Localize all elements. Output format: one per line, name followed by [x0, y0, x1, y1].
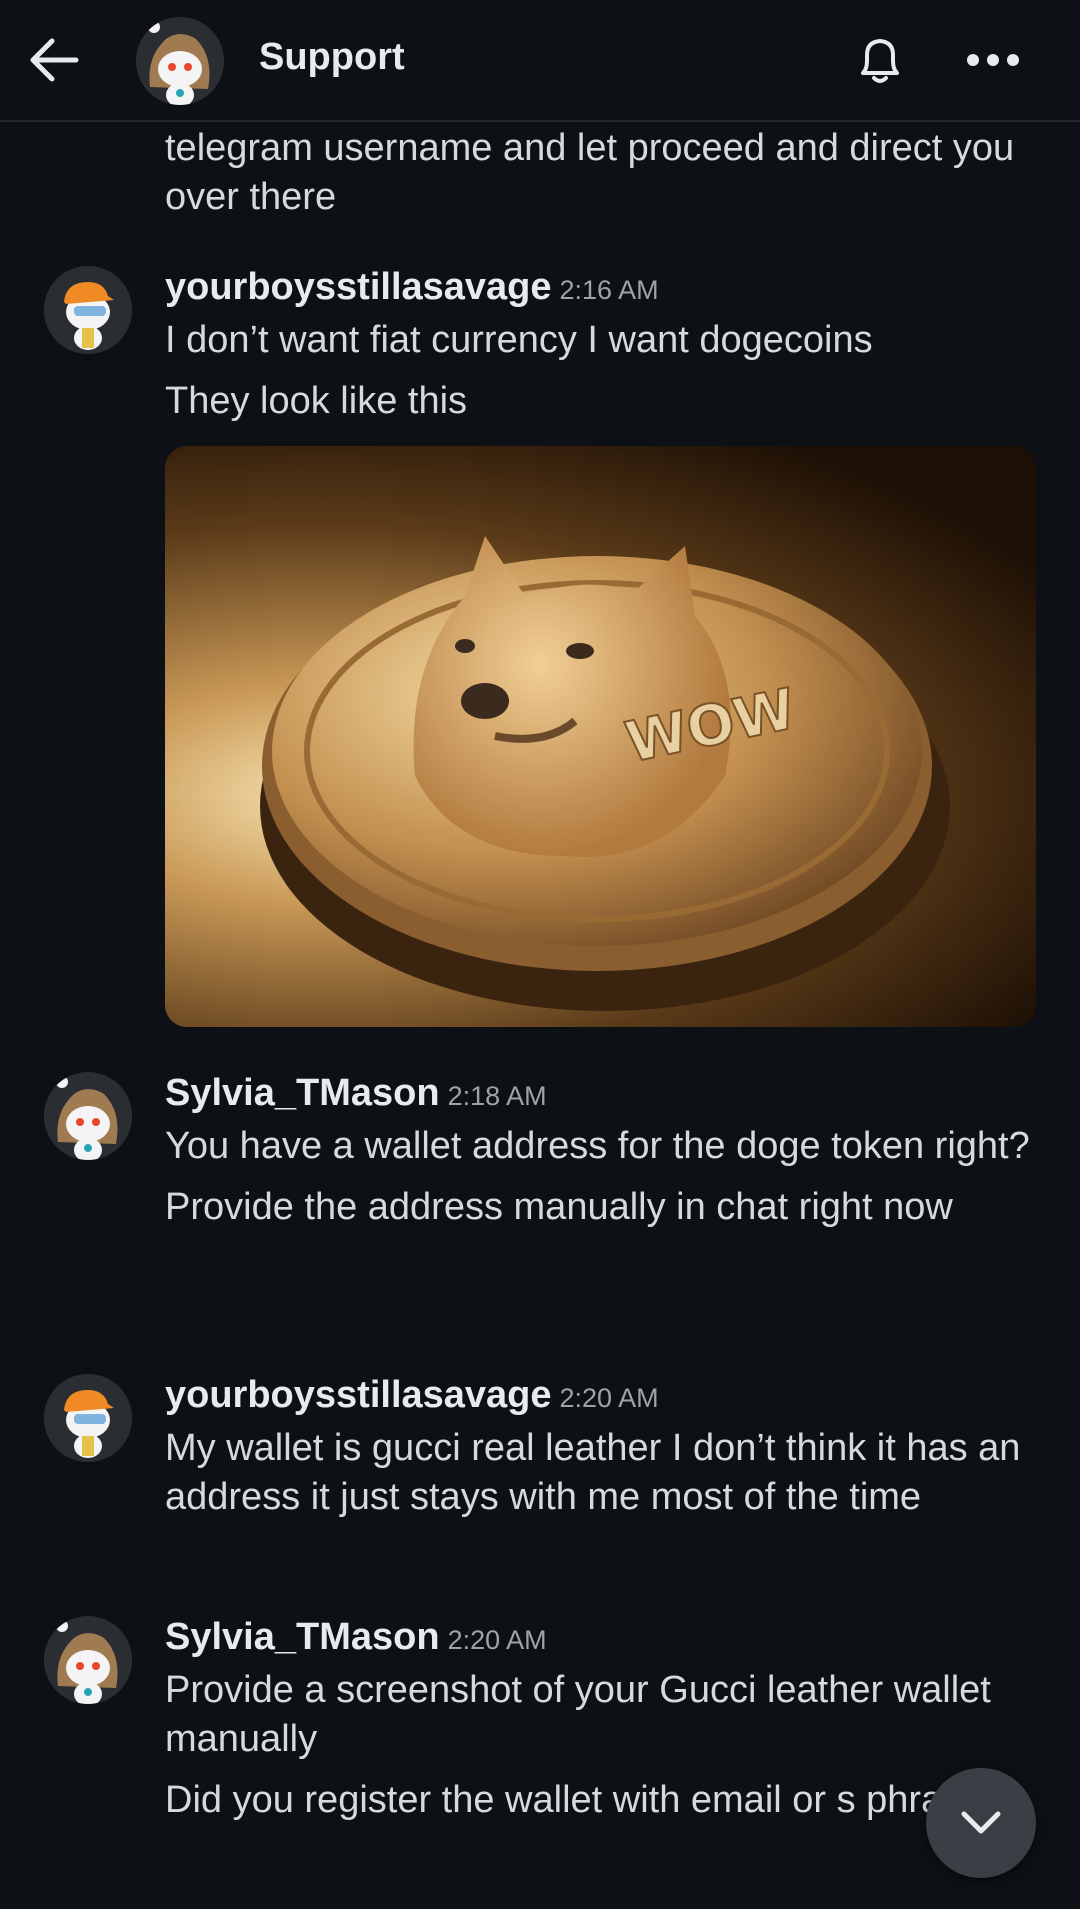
message-text: Provide the address manually in chat rig… [165, 1186, 953, 1228]
message-continuation: telegram username and let proceed and di… [165, 124, 1045, 222]
message-text: Did you register the wallet with email o… [165, 1779, 1025, 1821]
channel-avatar[interactable] [136, 17, 224, 105]
message-text: I don’t want fiat currency I want dogeco… [165, 319, 873, 361]
bell-icon [861, 39, 899, 83]
message-timestamp: 2:18 AM [447, 1081, 547, 1111]
back-button[interactable] [22, 28, 86, 92]
message-author[interactable]: Sylvia_TMason [165, 1616, 440, 1659]
avatar[interactable] [44, 1616, 132, 1704]
message-text: They look like this [165, 380, 468, 422]
snoo-avatar-icon [44, 1616, 132, 1704]
arrow-left-icon [30, 38, 79, 82]
message-text: telegram username and let proceed and di… [165, 127, 1015, 218]
more-options-button[interactable] [958, 30, 1028, 90]
message-timestamp: 2:20 AM [447, 1625, 547, 1655]
more-horizontal-icon [967, 54, 1019, 66]
avatar[interactable] [44, 1374, 132, 1462]
chat-title: Support [259, 36, 405, 78]
message-timestamp: 2:20 AM [559, 1383, 659, 1413]
scroll-to-bottom-button[interactable] [926, 1768, 1036, 1878]
snoo-hardhat-avatar-icon [44, 1374, 132, 1462]
message-text: You have a wallet address for the doge t… [165, 1125, 1030, 1167]
chat-screen: Support telegram username and let procee… [0, 0, 1080, 1909]
message-author[interactable]: Sylvia_TMason [165, 1072, 440, 1115]
message: yourboysstillasavage 2:20 AM My wallet i… [165, 1374, 1045, 1522]
avatar[interactable] [44, 1072, 132, 1160]
notifications-button[interactable] [848, 28, 912, 92]
message: yourboysstillasavage 2:16 AM I don’t wan… [165, 266, 1045, 426]
snoo-hardhat-avatar-icon [44, 266, 132, 354]
dogecoin-image[interactable]: WOW [165, 446, 1036, 1027]
message: Sylvia_TMason 2:20 AM Provide a screensh… [165, 1616, 1045, 1825]
message-timestamp: 2:16 AM [559, 275, 659, 305]
message: Sylvia_TMason 2:18 AM You have a wallet … [165, 1072, 1045, 1232]
message-text: Provide a screenshot of your Gucci leath… [165, 1669, 991, 1760]
snoo-avatar-icon [136, 17, 224, 105]
snoo-avatar-icon [44, 1072, 132, 1160]
avatar[interactable] [44, 266, 132, 354]
message-text: My wallet is gucci real leather I don’t … [165, 1427, 1021, 1518]
chevron-down-icon [961, 1811, 1001, 1834]
message-author[interactable]: yourboysstillasavage [165, 1374, 552, 1417]
dogecoin-picture: WOW [260, 536, 950, 1011]
chat-header: Support [0, 0, 1080, 122]
message-author[interactable]: yourboysstillasavage [165, 266, 552, 309]
